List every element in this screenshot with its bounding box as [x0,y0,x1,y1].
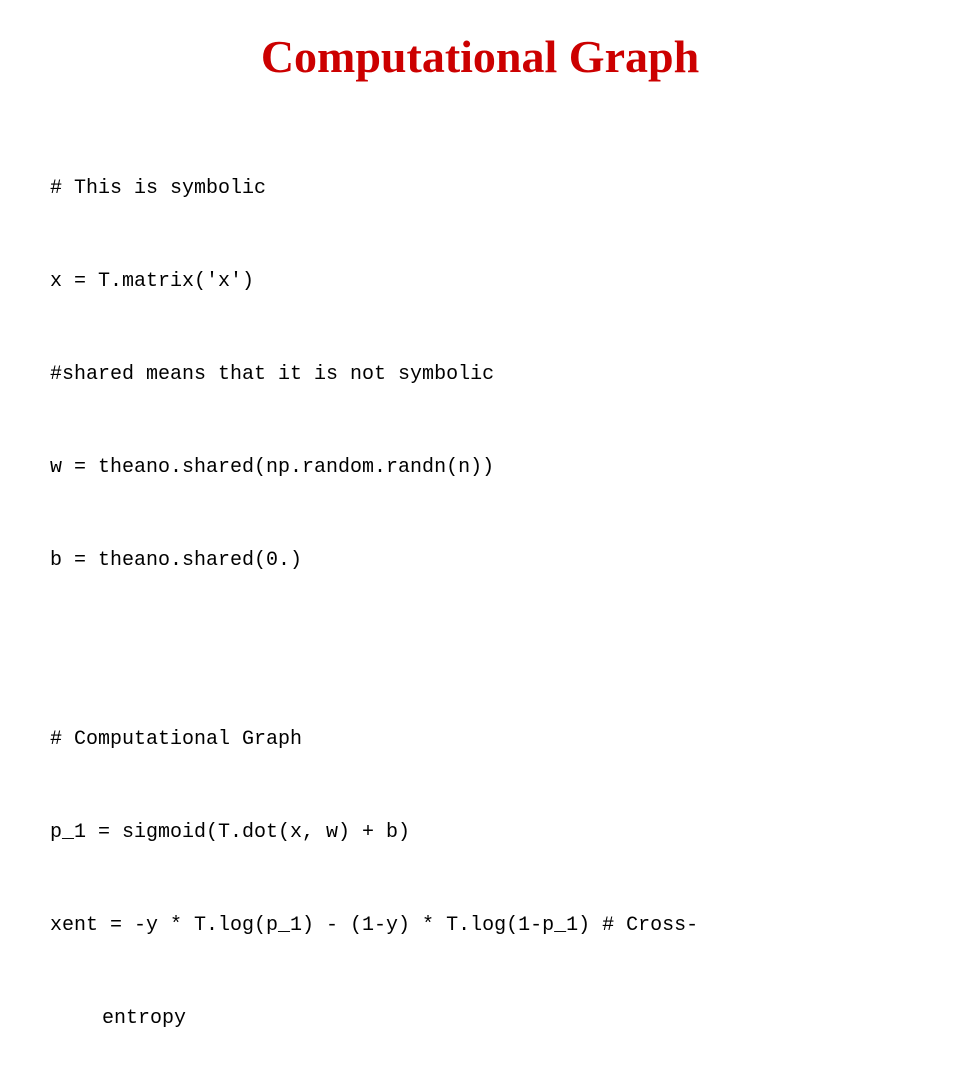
code-line-2: x = T.matrix('x') [50,266,494,297]
code-line-6: # Computational Graph [50,724,698,755]
page-title: Computational Graph [50,30,910,83]
code-section-1: # This is symbolic x = T.matrix('x') #sh… [50,111,494,638]
code-section-2: # Computational Graph p_1 = sigmoid(T.do… [50,662,698,1080]
code-line-7: p_1 = sigmoid(T.dot(x, w) + b) [50,817,698,848]
page-container: Computational Graph # This is symbolic x… [0,0,960,540]
code-line-8a: xent = -y * T.log(p_1) - (1-y) * T.log(1… [50,910,698,941]
code-line-8b: entropy [78,1003,698,1034]
code-line-5: b = theano.shared(0.) [50,545,494,576]
code-line-3: #shared means that it is not symbolic [50,359,494,390]
code-line-1: # This is symbolic [50,173,494,204]
code-line-4: w = theano.shared(np.random.randn(n)) [50,452,494,483]
